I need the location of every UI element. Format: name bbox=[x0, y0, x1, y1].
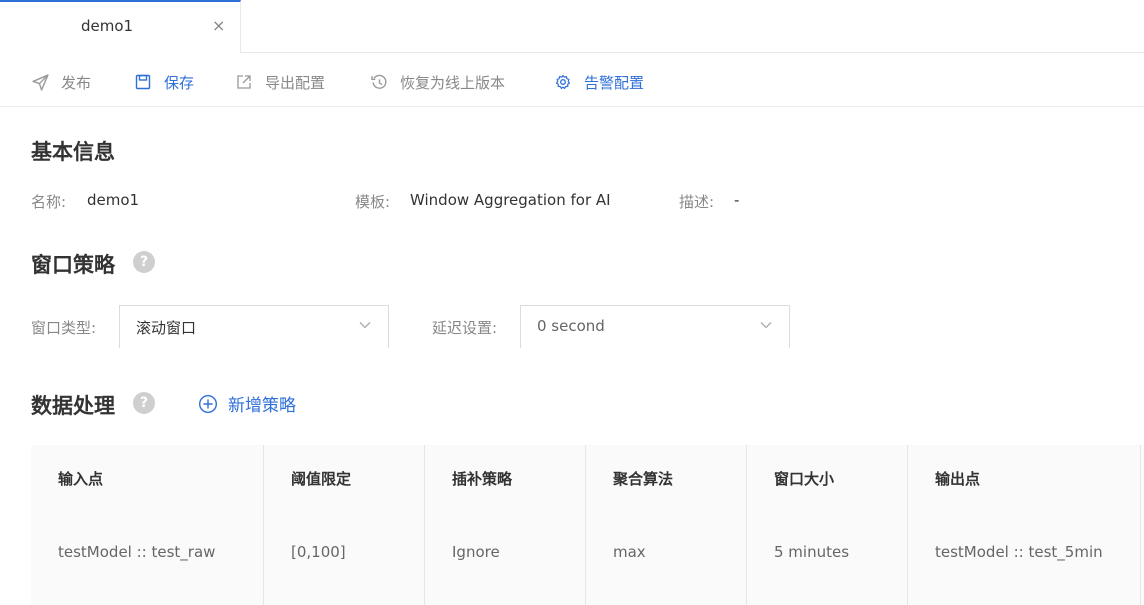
toolbar: 发布 保存 导出配置 恢复为线上版本 告警配置 bbox=[0, 53, 1144, 107]
window-type-label: 窗口类型: bbox=[31, 319, 97, 337]
add-policy-label: 新增策略 bbox=[228, 396, 296, 416]
close-icon[interactable]: × bbox=[212, 16, 225, 35]
restore-online-button[interactable]: 恢复为线上版本 bbox=[370, 71, 505, 93]
data-processing-title: 数据处理 bbox=[31, 394, 115, 418]
delay-select[interactable]: 0 second bbox=[520, 305, 790, 348]
table-cell: testModel :: test_5min bbox=[935, 543, 1103, 561]
table-cell: [0,100] bbox=[291, 543, 346, 561]
template-label: 模板: bbox=[355, 193, 391, 211]
description-label: 描述: bbox=[679, 193, 715, 211]
window-type-value: 滚动窗口 bbox=[136, 319, 197, 337]
restore-label: 恢复为线上版本 bbox=[400, 73, 506, 92]
alert-config-button[interactable]: 告警配置 bbox=[554, 71, 644, 93]
name-value: demo1 bbox=[87, 191, 140, 209]
column-header-input-point: 输入点 bbox=[58, 470, 104, 488]
tab-label: demo1 bbox=[81, 17, 134, 35]
column-divider bbox=[263, 445, 264, 605]
export-label: 导出配置 bbox=[265, 73, 326, 92]
export-config-button[interactable]: 导出配置 bbox=[235, 71, 325, 93]
external-link-icon bbox=[235, 73, 253, 91]
help-icon[interactable]: ? bbox=[133, 251, 155, 273]
tab-demo1[interactable]: demo1 × bbox=[0, 0, 241, 53]
column-header-output-point: 输出点 bbox=[935, 470, 981, 488]
column-divider bbox=[585, 445, 586, 605]
basic-info-title: 基本信息 bbox=[31, 140, 115, 164]
save-label: 保存 bbox=[164, 73, 195, 92]
help-icon[interactable]: ? bbox=[133, 392, 155, 414]
chevron-down-icon bbox=[358, 318, 372, 336]
template-value: Window Aggregation for AI bbox=[410, 191, 611, 209]
save-button[interactable]: 保存 bbox=[134, 71, 194, 93]
column-header-interpolation: 插补策略 bbox=[452, 470, 513, 488]
column-divider bbox=[424, 445, 425, 605]
column-header-threshold: 阈值限定 bbox=[291, 470, 352, 488]
data-processing-table: 输入点 阈值限定 插补策略 聚合算法 窗口大小 输出点 testModel ::… bbox=[31, 445, 1144, 605]
name-label: 名称: bbox=[31, 193, 67, 211]
table-cell: max bbox=[613, 543, 646, 561]
gear-icon bbox=[554, 73, 572, 91]
publish-button[interactable]: 发布 bbox=[31, 71, 91, 93]
column-divider bbox=[907, 445, 908, 605]
publish-label: 发布 bbox=[61, 73, 92, 92]
table-cell: Ignore bbox=[452, 543, 500, 561]
description-value: - bbox=[734, 191, 740, 209]
column-divider bbox=[1140, 445, 1141, 605]
table-cell: testModel :: test_raw bbox=[58, 543, 216, 561]
save-icon bbox=[134, 73, 152, 91]
plus-circle-icon bbox=[198, 394, 218, 414]
chevron-down-icon bbox=[759, 318, 773, 336]
column-divider bbox=[746, 445, 747, 605]
column-header-window-size: 窗口大小 bbox=[774, 470, 835, 488]
alert-config-label: 告警配置 bbox=[584, 73, 645, 92]
window-policy-title: 窗口策略 bbox=[31, 253, 115, 277]
column-header-aggregation: 聚合算法 bbox=[613, 470, 674, 488]
window-type-select[interactable]: 滚动窗口 bbox=[119, 305, 389, 348]
delay-label: 延迟设置: bbox=[432, 319, 498, 337]
history-icon bbox=[370, 73, 388, 91]
table-cell: 5 minutes bbox=[774, 543, 850, 561]
delay-value: 0 second bbox=[537, 317, 605, 335]
send-icon bbox=[31, 73, 49, 91]
add-policy-button[interactable]: 新增策略 bbox=[198, 391, 296, 416]
tab-bar: demo1 × bbox=[0, 0, 1144, 53]
